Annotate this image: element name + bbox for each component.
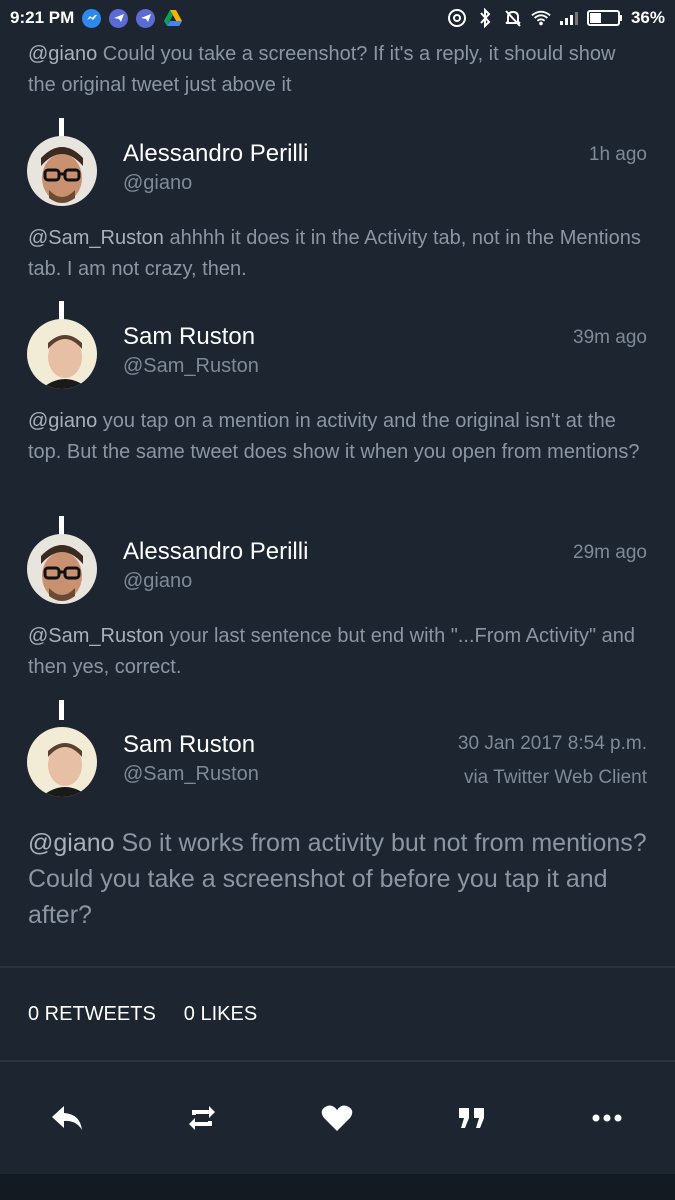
mute-icon — [503, 8, 523, 28]
telegram-icon — [109, 8, 129, 28]
battery-percent: 36% — [630, 8, 665, 27]
tweet-time: 1h ago — [588, 144, 647, 165]
bottom-bar — [0, 1174, 675, 1200]
avatar[interactable] — [27, 319, 97, 389]
like-count[interactable]: 0 LIKES — [184, 1003, 257, 1026]
mention-link[interactable]: @Sam_Ruston — [28, 625, 164, 647]
tweet-body: Could you take a screenshot? If it's a r… — [28, 43, 616, 96]
divider — [0, 966, 675, 968]
author-handle[interactable]: @Sam_Ruston — [123, 355, 259, 378]
bluetooth-icon — [475, 8, 495, 28]
messenger-icon — [82, 8, 102, 28]
tweet-time: 29m ago — [573, 542, 647, 563]
author-name[interactable]: Sam Ruston — [123, 323, 255, 351]
mention-link[interactable]: @giano — [28, 43, 97, 65]
tweet-author-row[interactable]: Alessandro Perilli @giano 1h ago — [0, 136, 675, 216]
tweet-date: 30 Jan 2017 8:54 p.m. — [457, 733, 647, 754]
wifi-icon — [531, 8, 551, 28]
tweet-text: @giano Could you take a screenshot? If i… — [28, 39, 648, 101]
main-tweet-text: @giano So it works from activity but not… — [28, 825, 648, 933]
author-name[interactable]: Sam Ruston — [123, 731, 255, 759]
main-tweet-author-row[interactable]: Sam Ruston @Sam_Ruston 30 Jan 2017 8:54 … — [0, 727, 675, 807]
mention-link[interactable]: @giano — [28, 410, 97, 432]
drive-icon — [163, 8, 183, 28]
more-icon[interactable] — [587, 1098, 627, 1138]
avatar[interactable] — [27, 136, 97, 206]
retweet-icon[interactable] — [182, 1098, 222, 1138]
battery-icon — [586, 8, 623, 28]
author-name[interactable]: Alessandro Perilli — [123, 538, 308, 566]
thread-connector — [59, 118, 64, 138]
avatar[interactable] — [27, 727, 97, 797]
thread-connector — [59, 516, 64, 536]
mention-link[interactable]: @giano — [28, 829, 115, 857]
action-bar — [0, 1062, 675, 1174]
tweet-body: So it works from activity but not from m… — [28, 829, 647, 929]
tweet-author-row[interactable]: Sam Ruston @Sam_Ruston 39m ago — [0, 319, 675, 399]
thread-connector — [59, 700, 64, 720]
tweet-stats: 0 RETWEETS 0 LIKES — [28, 1003, 257, 1026]
quote-icon[interactable] — [452, 1098, 492, 1138]
tweet-text: @Sam_Ruston your last sentence but end w… — [28, 621, 648, 683]
author-handle[interactable]: @giano — [123, 570, 192, 593]
like-icon[interactable] — [317, 1098, 357, 1138]
telegram-icon — [136, 8, 156, 28]
hotspot-icon — [447, 8, 467, 28]
tweet-text: @giano you tap on a mention in activity … — [28, 406, 648, 468]
retweet-count[interactable]: 0 RETWEETS — [28, 1003, 156, 1026]
reply-icon[interactable] — [47, 1098, 87, 1138]
author-handle[interactable]: @giano — [123, 172, 192, 195]
signal-icon — [559, 8, 579, 28]
thread-connector — [59, 301, 64, 321]
avatar[interactable] — [27, 534, 97, 604]
tweet-author-row[interactable]: Alessandro Perilli @giano 29m ago — [0, 534, 675, 614]
author-name[interactable]: Alessandro Perilli — [123, 140, 308, 168]
author-handle[interactable]: @Sam_Ruston — [123, 763, 259, 786]
status-time: 9:21 PM — [10, 8, 75, 27]
tweet-source: via Twitter Web Client — [463, 767, 647, 788]
tweet-time: 39m ago — [573, 327, 647, 348]
tweet-text: @Sam_Ruston ahhhh it does it in the Acti… — [28, 223, 648, 285]
tweet-body: you tap on a mention in activity and the… — [28, 410, 640, 463]
mention-link[interactable]: @Sam_Ruston — [28, 227, 164, 249]
status-bar: 9:21 PM 36% — [0, 0, 675, 36]
